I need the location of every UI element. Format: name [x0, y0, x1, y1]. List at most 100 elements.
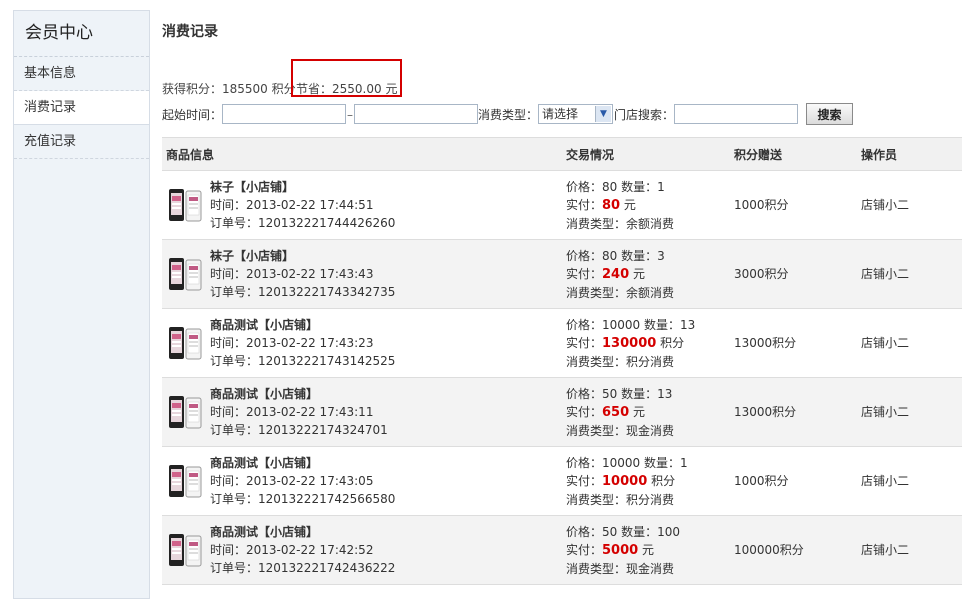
- paid-amount: 80: [602, 197, 621, 213]
- points-cell: 13000积分: [730, 308, 857, 378]
- date-range-separator: –: [347, 108, 353, 122]
- product-thumbnail[interactable]: [168, 187, 203, 223]
- points-cell: 1000积分: [730, 446, 857, 516]
- order-time: 时间：2013-02-22 17:43:43: [210, 267, 374, 281]
- paid-line: 实付：5000 元: [566, 541, 726, 560]
- product-cell: 商品测试【小店铺】 时间：2013-02-22 17:43:05 订单号：120…: [162, 446, 562, 516]
- operator-cell: 店铺小二: [857, 446, 962, 516]
- transaction-cell: 价格：80 数量：1 实付：80 元 消费类型：余额消费: [562, 170, 730, 240]
- product-cell: 商品测试【小店铺】 时间：2013-02-22 17:43:11 订单号：120…: [162, 377, 562, 447]
- consumption-type: 消费类型：现金消费: [566, 561, 675, 576]
- paid-label: 实付：: [566, 197, 603, 212]
- product-thumbnail[interactable]: [168, 532, 203, 568]
- product-thumbnail[interactable]: [168, 325, 203, 361]
- paid-unit: 积分: [647, 473, 676, 488]
- page-title: 消费记录: [162, 24, 218, 40]
- transaction-cell: 价格：80 数量：3 实付：240 元 消费类型：余额消费: [562, 239, 730, 309]
- paid-label: 实付：: [566, 404, 603, 419]
- consumption-type: 消费类型：现金消费: [566, 423, 675, 438]
- table-header-row: 商品信息 交易情况 积分赠送 操作员: [162, 137, 962, 171]
- paid-label: 实付：: [566, 266, 603, 281]
- paid-unit: 元: [638, 542, 655, 557]
- store-search-label: 门店搜索：: [614, 108, 675, 122]
- table-row: 袜子【小店铺】 时间：2013-02-22 17:43:43 订单号：12013…: [162, 239, 962, 309]
- main-panel: 消费记录 获得积分：185500 积分 节省：2550.00 元 起始时间： –…: [151, 10, 980, 599]
- product-thumbnail[interactable]: [168, 463, 203, 499]
- operator-cell: 店铺小二: [857, 170, 962, 240]
- table-row: 商品测试【小店铺】 时间：2013-02-22 17:42:52 订单号：120…: [162, 515, 962, 585]
- product-thumbnail[interactable]: [168, 256, 203, 292]
- chevron-down-icon: ▼: [595, 106, 611, 122]
- price-quantity: 价格：10000 数量：1: [566, 455, 688, 470]
- order-time: 时间：2013-02-22 17:43:23: [210, 336, 374, 350]
- product-thumbnail[interactable]: [168, 394, 203, 430]
- paid-line: 实付：240 元: [566, 265, 726, 284]
- operator-cell: 店铺小二: [857, 308, 962, 378]
- paid-amount: 5000: [602, 542, 639, 558]
- operator-cell: 店铺小二: [857, 239, 962, 309]
- order-number: 订单号：120132221742436222: [210, 561, 396, 575]
- order-number: 订单号：120132221742566580: [210, 492, 396, 506]
- consumption-type: 消费类型：积分消费: [566, 354, 675, 369]
- table-row: 商品测试【小店铺】 时间：2013-02-22 17:43:11 订单号：120…: [162, 377, 962, 447]
- order-number: 订单号：120132221744426260: [210, 216, 396, 230]
- product-cell: 商品测试【小店铺】 时间：2013-02-22 17:42:52 订单号：120…: [162, 515, 562, 585]
- paid-line: 实付：10000 积分: [566, 472, 726, 491]
- product-cell: 袜子【小店铺】 时间：2013-02-22 17:43:43 订单号：12013…: [162, 239, 562, 309]
- search-button[interactable]: 搜索: [806, 103, 853, 125]
- start-time-label: 起始时间：: [162, 108, 223, 122]
- product-name[interactable]: 商品测试【小店铺】: [210, 385, 558, 403]
- points-cell: 1000积分: [730, 170, 857, 240]
- order-number: 订单号：120132221743342735: [210, 285, 396, 299]
- transaction-cell: 价格：50 数量：13 实付：650 元 消费类型：现金消费: [562, 377, 730, 447]
- transaction-cell: 价格：50 数量：100 实付：5000 元 消费类型：现金消费: [562, 515, 730, 585]
- sidebar-item-basic-info[interactable]: 基本信息: [14, 57, 149, 91]
- product-name[interactable]: 商品测试【小店铺】: [210, 316, 558, 334]
- operator-cell: 店铺小二: [857, 515, 962, 585]
- sidebar-title: 会员中心: [14, 11, 149, 57]
- paid-amount: 240: [602, 266, 630, 282]
- sidebar-item-recharge-records[interactable]: 充值记录: [14, 125, 149, 159]
- order-number: 订单号：12013222174324701: [210, 423, 388, 437]
- product-name[interactable]: 袜子【小店铺】: [210, 247, 558, 265]
- order-time: 时间：2013-02-22 17:42:52: [210, 543, 374, 557]
- saving-summary: 节省：2550.00 元: [296, 82, 398, 96]
- paid-amount: 10000: [602, 473, 648, 489]
- order-time: 时间：2013-02-22 17:43:05: [210, 474, 374, 488]
- table-row: 袜子【小店铺】 时间：2013-02-22 17:44:51 订单号：12013…: [162, 170, 962, 240]
- paid-unit: 积分: [656, 335, 685, 350]
- paid-unit: 元: [629, 266, 645, 281]
- sidebar-item-consumption-records[interactable]: 消费记录: [14, 91, 149, 125]
- table-row: 商品测试【小店铺】 时间：2013-02-22 17:43:23 订单号：120…: [162, 308, 962, 378]
- column-header-transaction: 交易情况: [562, 137, 730, 171]
- column-header-product: 商品信息: [162, 137, 562, 171]
- store-search-input[interactable]: [674, 104, 798, 124]
- paid-unit: 元: [629, 404, 645, 419]
- paid-line: 实付：130000 积分: [566, 334, 726, 353]
- end-time-input[interactable]: [354, 104, 478, 124]
- consumption-table: 商品信息 交易情况 积分赠送 操作员 袜子【小店铺】 时间：2013-02-22…: [162, 137, 962, 585]
- operator-cell: 店铺小二: [857, 377, 962, 447]
- consumption-type-label: 消费类型：: [478, 108, 539, 122]
- product-name[interactable]: 袜子【小店铺】: [210, 178, 558, 196]
- price-quantity: 价格：50 数量：100: [566, 524, 680, 539]
- order-time: 时间：2013-02-22 17:44:51: [210, 198, 374, 212]
- paid-label: 实付：: [566, 335, 603, 350]
- paid-unit: 元: [620, 197, 636, 212]
- consumption-type-select[interactable]: 请选择 ▼: [538, 104, 613, 124]
- column-header-operator: 操作员: [857, 137, 962, 171]
- product-name[interactable]: 商品测试【小店铺】: [210, 454, 558, 472]
- product-cell: 商品测试【小店铺】 时间：2013-02-22 17:43:23 订单号：120…: [162, 308, 562, 378]
- column-header-points: 积分赠送: [730, 137, 857, 171]
- points-cell: 13000积分: [730, 377, 857, 447]
- order-time: 时间：2013-02-22 17:43:11: [210, 405, 374, 419]
- saving-highlight-box: 节省：2550.00 元: [291, 59, 402, 97]
- start-time-input[interactable]: [222, 104, 346, 124]
- product-cell: 袜子【小店铺】 时间：2013-02-22 17:44:51 订单号：12013…: [162, 170, 562, 240]
- table-row: 商品测试【小店铺】 时间：2013-02-22 17:43:05 订单号：120…: [162, 446, 962, 516]
- order-number: 订单号：120132221743142525: [210, 354, 396, 368]
- price-quantity: 价格：80 数量：3: [566, 248, 665, 263]
- transaction-cell: 价格：10000 数量：13 实付：130000 积分 消费类型：积分消费: [562, 308, 730, 378]
- sidebar: 会员中心 基本信息 消费记录 充值记录: [13, 10, 150, 599]
- product-name[interactable]: 商品测试【小店铺】: [210, 523, 558, 541]
